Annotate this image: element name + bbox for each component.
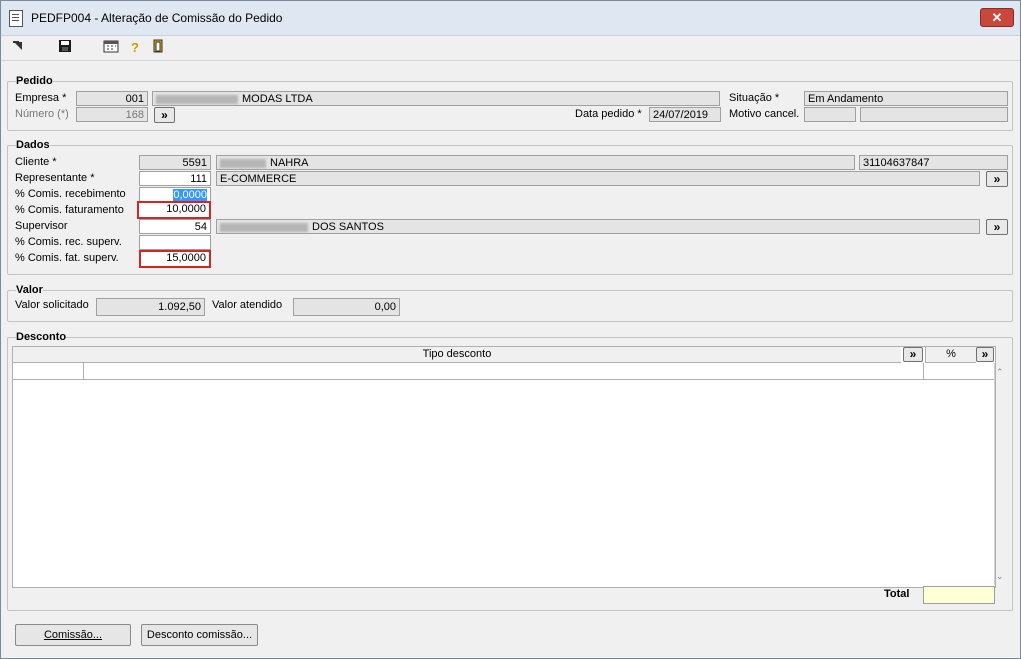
total-label: Total [884,588,910,600]
representante-expand-button[interactable]: » [986,171,1008,187]
valor-solicitado-label: Valor solicitado [15,299,89,311]
data-pedido-field[interactable]: 24/07/2019 [649,107,721,122]
comis-receb-field[interactable]: 0,0000 [139,187,211,202]
pedido-legend: Pedido [16,75,53,87]
comis-fat-field[interactable]: 10,0000 [137,201,211,219]
representante-label: Representante * [15,172,95,184]
pct-expand-button[interactable]: » [976,347,994,362]
close-button[interactable]: ✕ [980,8,1014,27]
representante-code-field[interactable]: 111 [139,171,211,186]
comis-rec-superv-field[interactable] [139,235,211,250]
title-bar: PEDFP004 - Alteração de Comissão do Pedi… [1,1,1020,36]
supervisor-name-field[interactable]: DOS SANTOS [216,219,980,234]
cliente-code-field[interactable]: 5591 [139,155,211,170]
toolbar: ? [1,36,1020,61]
comis-fat-superv-label: % Comis. fat. superv. [15,252,119,264]
arrow-icon[interactable] [9,39,27,57]
situacao-field[interactable]: Em Andamento [804,91,1008,106]
desconto-legend: Desconto [16,331,67,343]
pedido-group [7,81,1013,131]
grid-cell-pct[interactable] [924,363,994,380]
supervisor-expand-button[interactable]: » [986,219,1008,235]
numero-label: Número (*) [15,108,69,120]
empresa-code-field[interactable]: 001 [76,91,148,106]
grid-cell-code[interactable] [13,363,84,380]
total-field[interactable] [923,586,995,604]
valor-legend: Valor [16,284,43,296]
comis-fat-label: % Comis. faturamento [15,204,124,216]
motivo-code-field[interactable] [804,107,856,122]
save-icon[interactable] [56,39,74,57]
data-pedido-label: Data pedido * [575,108,642,120]
main-window: PEDFP004 - Alteração de Comissão do Pedi… [0,0,1021,659]
empresa-label: Empresa * [15,92,67,104]
numero-field[interactable]: 168 [76,107,148,122]
motivo-desc-field[interactable] [860,107,1008,122]
numero-expand-button[interactable]: » [154,107,175,123]
valor-solicitado-field[interactable]: 1.092,50 [96,298,205,316]
desconto-grid: Tipo desconto » % » ⌃ ⌄ [12,346,1004,588]
comissao-button[interactable]: Comissão... [15,624,131,646]
desconto-comissao-button[interactable]: Desconto comissão... [141,624,258,646]
column-header-tipo-desconto[interactable]: Tipo desconto [13,347,901,363]
representante-name-field[interactable]: E-COMMERCE [216,171,980,186]
comis-rec-superv-label: % Comis. rec. superv. [15,236,122,248]
calendar-icon[interactable] [102,39,120,57]
dados-legend: Dados [16,139,50,151]
exit-door-icon[interactable] [149,39,167,57]
document-icon [9,10,23,27]
tipo-expand-button[interactable]: » [903,347,923,362]
scroll-up-icon[interactable]: ⌃ [996,367,1004,378]
empresa-name-field[interactable]: MODAS LTDA [152,91,720,106]
comis-receb-label: % Comis. recebimento [15,188,126,200]
grid-cell-tipo[interactable] [84,363,924,380]
valor-atendido-label: Valor atendido [212,299,283,311]
grid-scrollbar[interactable] [994,363,995,585]
cliente-label: Cliente * [15,156,57,168]
valor-atendido-field[interactable]: 0,00 [293,298,400,316]
window-title: PEDFP004 - Alteração de Comissão do Pedi… [31,11,283,25]
scroll-down-icon[interactable]: ⌄ [996,571,1004,582]
supervisor-label: Supervisor [15,220,68,232]
column-header-pct[interactable]: % [925,347,976,363]
situacao-label: Situação * [729,92,780,104]
motivo-label: Motivo cancel. [729,108,800,120]
help-icon[interactable]: ? [126,39,144,57]
supervisor-code-field[interactable]: 54 [139,219,211,234]
cliente-name-field[interactable]: NAHRA [216,155,855,170]
cliente-doc-field[interactable]: 31104637847 [859,155,1008,170]
comis-fat-superv-field[interactable]: 15,0000 [139,250,211,268]
